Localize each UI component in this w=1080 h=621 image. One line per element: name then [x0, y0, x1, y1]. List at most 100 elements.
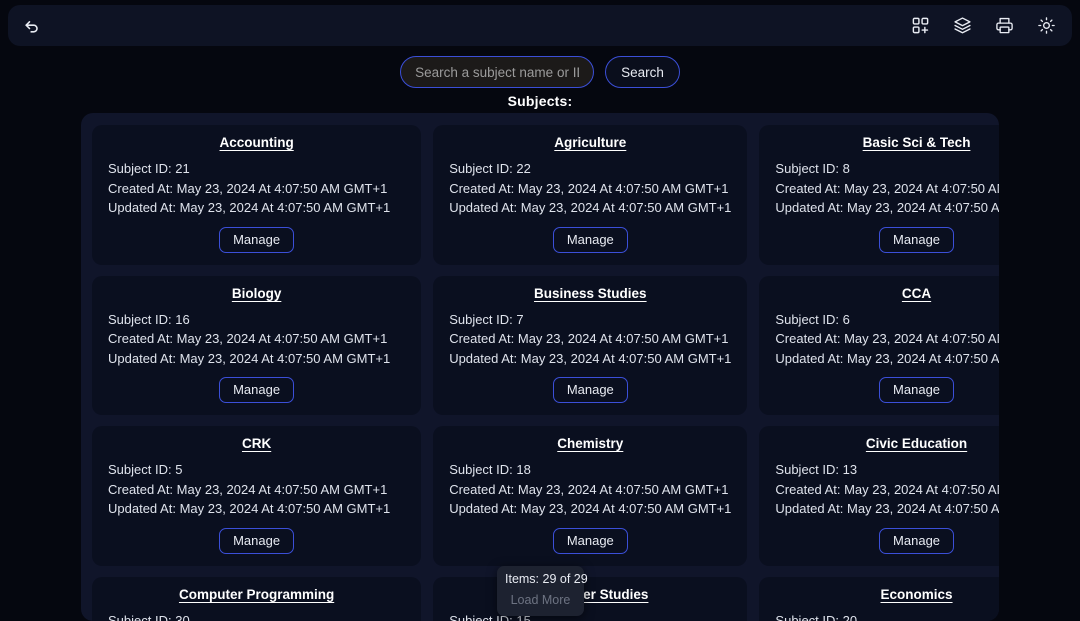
search-input[interactable] — [400, 56, 594, 88]
subject-id-line: Subject ID: 22 — [449, 159, 731, 179]
subject-card: ChemistrySubject ID: 18Created At: May 2… — [433, 426, 747, 566]
subject-title[interactable]: Economics — [775, 587, 999, 602]
app-toolbar — [8, 5, 1072, 46]
updated-at-label: Updated At: — [108, 200, 176, 215]
subjects-panel: AccountingSubject ID: 21Created At: May … — [81, 113, 999, 621]
created-at-value: May 23, 2024 At 4:07:50 AM GMT+1 — [177, 181, 388, 196]
subject-updated-line: Updated At: May 23, 2024 At 4:07:50 AM G… — [775, 349, 999, 369]
subject-updated-line: Updated At: May 23, 2024 At 4:07:50 AM G… — [449, 198, 731, 218]
subjects-grid: AccountingSubject ID: 21Created At: May … — [92, 125, 988, 621]
subject-id-line: Subject ID: 16 — [108, 310, 405, 330]
updated-at-label: Updated At: — [108, 501, 176, 516]
toolbar-left-group — [20, 14, 44, 38]
subject-card-actions: Manage — [775, 227, 999, 253]
subject-created-line: Created At: May 23, 2024 At 4:07:50 AM G… — [775, 179, 999, 199]
subject-card: Accounting Subject ID: 21 Created At: May … — [92, 125, 421, 265]
subject-created-line: Created At: May 23, 2024 At 4:07:50 AM G… — [449, 480, 731, 500]
updated-at-label: Updated At: — [775, 501, 843, 516]
manage-button[interactable]: Manage — [553, 227, 628, 253]
subject-title[interactable]: CCA — [775, 286, 999, 301]
subject-created-line: Created At: May 23, 2024 At 4:07:50 AM G… — [775, 480, 999, 500]
updated-at-value: May 23, 2024 At 4:07:50 AM GMT+1 — [847, 501, 999, 516]
subject-card-actions: Manage — [108, 377, 405, 403]
manage-button[interactable]: Manage — [553, 528, 628, 554]
subject-id-value: 6 — [843, 312, 850, 327]
subject-card-actions: Manage — [449, 227, 731, 253]
load-more-button[interactable]: Load More — [511, 593, 571, 607]
subject-id-line: Subject ID: 21 — [108, 159, 405, 179]
manage-button[interactable]: Manage — [219, 377, 294, 403]
printer-icon[interactable] — [992, 14, 1016, 38]
manage-button[interactable]: Manage — [879, 528, 954, 554]
subject-updated-line: Updated At: May 23, 2024 At 4:07:50 AM G… — [108, 499, 405, 519]
subject-id-value: 18 — [516, 462, 530, 477]
subject-updated-line: Updated At: May 23, 2024 At 4:07:50 AM G… — [775, 499, 999, 519]
subject-card: Computer ProgrammingSubject ID: 30Create… — [92, 577, 421, 621]
subject-id-label: Subject ID: — [108, 462, 172, 477]
manage-button[interactable]: Manage — [219, 528, 294, 554]
created-at-value: May 23, 2024 At 4:07:50 AM GMT+1 — [844, 482, 999, 497]
subject-created-line: Created At: May 23, 2024 At 4:07:50 AM G… — [449, 179, 731, 199]
items-count-label: Items: 29 of 29 — [505, 572, 576, 586]
subject-card-actions: Manage — [108, 528, 405, 554]
updated-at-label: Updated At: — [449, 501, 517, 516]
manage-button[interactable]: Manage — [553, 377, 628, 403]
subject-id-value: 8 — [843, 161, 850, 176]
subject-title[interactable]: Civic Education — [775, 436, 999, 451]
sun-icon[interactable] — [1034, 14, 1058, 38]
subject-title[interactable]: Basic Sci & Tech — [775, 135, 999, 150]
updated-at-value: May 23, 2024 At 4:07:50 AM GMT+1 — [180, 200, 391, 215]
subject-updated-line: Updated At: May 23, 2024 At 4:07:50 AM G… — [108, 198, 405, 218]
subject-id-value: 13 — [843, 462, 857, 477]
subject-title[interactable]: Chemistry — [449, 436, 731, 451]
manage-button[interactable]: Manage — [219, 227, 294, 253]
created-at-label: Created At: — [775, 181, 840, 196]
created-at-value: May 23, 2024 At 4:07:50 AM GMT+1 — [518, 181, 729, 196]
created-at-label: Created At: — [108, 482, 173, 497]
subject-card: Civic EducationSubject ID: 13Created At:… — [759, 426, 999, 566]
subject-created-line: Created At: May 23, 2024 At 4:07:50 AM G… — [449, 329, 731, 349]
manage-button[interactable]: Manage — [879, 377, 954, 403]
updated-at-value: May 23, 2024 At 4:07:50 AM GMT+1 — [521, 351, 732, 366]
layers-icon[interactable] — [950, 14, 974, 38]
manage-button[interactable]: Manage — [879, 227, 954, 253]
subject-id-line: Subject ID: 8 — [775, 159, 999, 179]
subject-updated-line: Updated At: May 23, 2024 At 4:07:50 AM G… — [449, 499, 731, 519]
subject-id-label: Subject ID: — [449, 312, 513, 327]
subject-title[interactable]: Business Studies — [449, 286, 731, 301]
created-at-value: May 23, 2024 At 4:07:50 AM GMT+1 — [177, 482, 388, 497]
subject-title[interactable]: Computer Studies — [449, 587, 731, 602]
subject-id-line: Subject ID: 5 — [108, 460, 405, 480]
subject-updated-line: Updated At: May 23, 2024 At 4:07:50 AM G… — [449, 349, 731, 369]
toolbar-right-group — [908, 14, 1058, 38]
updated-at-value: May 23, 2024 At 4:07:50 AM GMT+1 — [521, 200, 732, 215]
updated-at-value: May 23, 2024 At 4:07:50 AM GMT+1 — [180, 501, 391, 516]
subject-created-line: Created At: May 23, 2024 At 4:07:50 AM G… — [775, 329, 999, 349]
created-at-value: May 23, 2024 At 4:07:50 AM GMT+1 — [177, 331, 388, 346]
subject-id-line: Subject ID: 15 — [449, 611, 731, 621]
created-at-value: May 23, 2024 At 4:07:50 AM GMT+1 — [518, 331, 729, 346]
created-at-label: Created At: — [775, 482, 840, 497]
back-arrow-icon[interactable] — [20, 14, 44, 38]
created-at-label: Created At: — [108, 181, 173, 196]
subject-card: Computer StudiesSubject ID: 15Created At… — [433, 577, 747, 621]
subject-created-line: Created At: May 23, 2024 At 4:07:50 AM G… — [108, 480, 405, 500]
subject-title[interactable]: Accounting — [108, 135, 405, 150]
page-title: Subjects: — [0, 93, 1080, 109]
updated-at-label: Updated At: — [775, 200, 843, 215]
updated-at-value: May 23, 2024 At 4:07:50 AM GMT+1 — [847, 351, 999, 366]
subject-id-label: Subject ID: — [108, 312, 172, 327]
updated-at-label: Updated At: — [108, 351, 176, 366]
subject-card: EconomicsSubject ID: 20Created At: May 2… — [759, 577, 999, 621]
subject-title[interactable]: CRK — [108, 436, 405, 451]
subject-title[interactable]: Computer Programming — [108, 587, 405, 602]
subject-title[interactable]: Biology — [108, 286, 405, 301]
subject-id-value: 21 — [175, 161, 189, 176]
subject-card-actions: Manage — [775, 528, 999, 554]
subject-card: Agriculture Subject ID: 22Created At: May… — [433, 125, 747, 265]
subject-id-line: Subject ID: 20 — [775, 611, 999, 621]
subject-created-line: Created At: May 23, 2024 At 4:07:50 AM G… — [108, 329, 405, 349]
search-button[interactable]: Search — [605, 56, 680, 88]
subject-title[interactable]: Agriculture — [449, 135, 731, 150]
add-squares-icon[interactable] — [908, 14, 932, 38]
